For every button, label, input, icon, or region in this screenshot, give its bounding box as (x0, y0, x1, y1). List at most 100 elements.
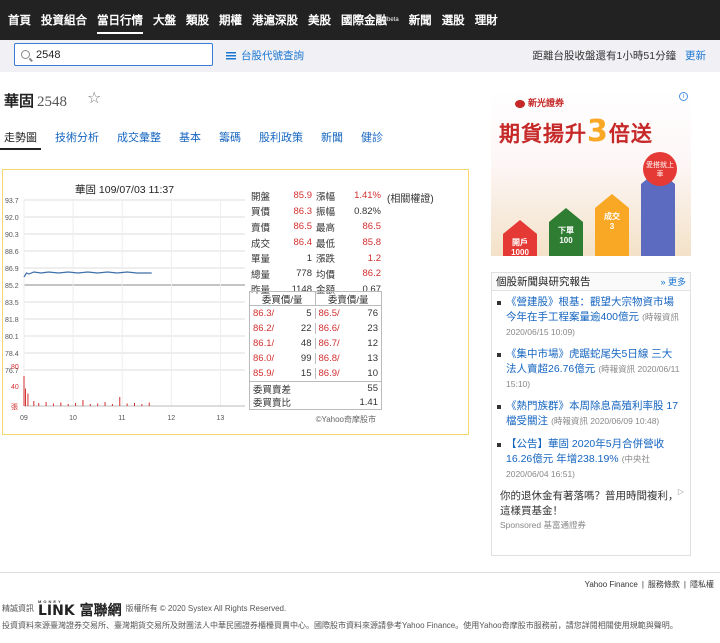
volume-tick-label: 張 (11, 403, 18, 411)
news-title: 個股新聞與研究報告 (496, 276, 591, 288)
tab-7[interactable]: 健診 (361, 129, 383, 151)
ad-house-label: 下單 (558, 226, 574, 235)
order-ratio-value: 1.41 (359, 396, 379, 408)
quote-label: 最低 (316, 238, 336, 250)
news-item-source: (時報資訊 2020/06/11 (598, 364, 680, 374)
nav-item-0[interactable]: 首頁 (8, 12, 31, 28)
stock-code: 2548 (37, 94, 68, 110)
ask-price: 86.8/ (318, 353, 340, 364)
sponsored-title[interactable]: 你的退休金有著落嗎？普用時間複利，這樣買基金！ (500, 489, 682, 519)
refresh-link[interactable]: 更新 (685, 50, 706, 62)
bid-qty: 15 (300, 368, 312, 379)
related-warrants-link[interactable]: (相關權證) (387, 190, 434, 205)
x-tick-label: 10 (69, 415, 77, 422)
order-book: 委買價/量 委賣價/量 86.3/5 86.5/76 86.2/22 86.6/23 8… (249, 291, 382, 410)
quote-label: 開盤 (251, 191, 271, 203)
provider-label: 精誠資訊 (2, 604, 34, 613)
tab-5[interactable]: 股利政策 (259, 129, 303, 151)
nav-item-6[interactable]: 港滬深股 (252, 12, 298, 28)
quote-label: 成交 (251, 238, 271, 250)
bid-price: 86.2/ (253, 323, 275, 334)
search-box[interactable] (14, 43, 213, 66)
moneylink-logo: MONEY LINK 富聯網 (38, 599, 122, 618)
ad-banner[interactable]: 新光證券 期貨揚升3倍送 i 開戶 1000 下單 100 成交 3 愛搭就上車 (491, 90, 691, 256)
nav-item-1[interactable]: 投資組合 (41, 12, 87, 28)
nav-item-9[interactable]: 新聞 (409, 12, 432, 28)
news-item-date: 15:10) (506, 379, 531, 389)
bid-header: 委買價/量 (250, 291, 316, 306)
quote-label: 均價 (316, 269, 336, 281)
footer-link-0[interactable]: Yahoo Finance (585, 580, 638, 589)
code-query-link[interactable]: 台股代號查詢 (226, 48, 304, 63)
quote-value: 85.8 (362, 237, 382, 249)
quote-label: 總量 (251, 269, 271, 281)
ad-headline-b: 3 (587, 114, 609, 149)
quote-value: 1 (306, 252, 312, 264)
ad-brand: 新光證券 (515, 96, 564, 109)
nav-item-3[interactable]: 大盤 (153, 12, 176, 28)
order-ratio-row: 委買賣比 1.41 (250, 395, 381, 410)
y-tick-label: 93.7 (5, 198, 19, 205)
tab-3[interactable]: 基本 (179, 129, 201, 151)
star-icon[interactable]: ☆ (87, 88, 101, 108)
quote-value: 86.2 (362, 268, 382, 280)
stock-tabs: 走勢圖 技術分析 成交彙整 基本 籌碼 股利政策 新聞 健診 (0, 129, 401, 151)
nav-item-4[interactable]: 類股 (186, 12, 209, 28)
footer-link-2[interactable]: 隱私權 (690, 580, 714, 589)
quote-value: 86.4 (293, 237, 313, 249)
search-input[interactable] (36, 48, 206, 61)
chart-title: 華固 109/07/03 11:37 (75, 184, 175, 196)
ad-house: 開戶 1000 (503, 220, 537, 256)
ask-qty: 13 (367, 353, 378, 364)
nav-item-5[interactable]: 期權 (219, 12, 242, 28)
tab-4[interactable]: 籌碼 (219, 129, 241, 151)
volume-tick-label: 80 (11, 364, 19, 371)
nav-item-7[interactable]: 美股 (308, 12, 331, 28)
tab-1[interactable]: 技術分析 (55, 129, 99, 151)
ad-headline-c: 倍送 (608, 122, 653, 146)
x-tick-label: 09 (20, 415, 28, 422)
ask-qty: 23 (367, 323, 378, 334)
news-item-source: (時報資訊 2020/06/09 10:48) (551, 416, 660, 426)
ask-price: 86.9/ (318, 368, 340, 379)
nav-item-8[interactable]: 國際金融 (341, 12, 387, 28)
ad-badge: 愛搭就上車 (643, 152, 677, 186)
provider-info: 精誠資訊 MONEY LINK 富聯網 版權所有 © 2020 Systex A… (2, 599, 286, 618)
quote-value: 778 (296, 268, 312, 280)
nav-item-11[interactable]: 理財 (475, 12, 498, 28)
news-item[interactable]: 《熱門族群》本周除息高殖利率股 17檔受關注 (時報資訊 2020/06/09 … (492, 395, 690, 433)
quote-label: 買價 (251, 207, 271, 219)
chart-copyright: ©Yahoo奇摩股市 (315, 415, 376, 424)
news-header: 個股新聞與研究報告 » 更多 (492, 273, 690, 291)
footer-link-1[interactable]: 服務條款 (648, 580, 680, 589)
bid-price: 85.9/ (253, 368, 275, 379)
stock-name: 華固 (4, 94, 35, 110)
y-tick-label: 92.0 (5, 215, 19, 222)
tab-6[interactable]: 新聞 (321, 129, 343, 151)
news-item[interactable]: 《營建股》根基：觀望大宗物資市場 今年在手工程案量逾400億元 (時報資訊 202… (492, 291, 690, 343)
news-more-link[interactable]: » 更多 (660, 275, 686, 288)
tab-2[interactable]: 成交彙整 (117, 129, 161, 151)
adchoice-icon[interactable]: ▷ (678, 487, 684, 496)
nav-item-2[interactable]: 當日行情 (97, 12, 143, 34)
bid-qty: 99 (300, 353, 312, 364)
bid-qty: 22 (300, 323, 312, 334)
news-item-date: 2020/06/15 10:09) (506, 327, 576, 337)
news-item[interactable]: 《集中市場》虎踞蛇尾失5日線 三大法人賣超26.76億元 (時報資訊 2020/… (492, 343, 690, 395)
x-tick-label: 13 (216, 415, 224, 422)
price-line (23, 271, 152, 278)
nav-item-10[interactable]: 選股 (442, 12, 465, 28)
search-bar: 台股代號查詢 距離台股收盤還有1小時51分鐘 更新 (0, 40, 720, 72)
news-item[interactable]: 【公告】華固 2020年5月合併營收16.26億元 年增238.19% (中央社… (492, 433, 690, 485)
sponsored-item[interactable]: 你的退休金有著落嗎？普用時間複利，這樣買基金！ Sponsored 基富通證券 … (492, 485, 690, 535)
stock-title: 華固 2548 (4, 90, 67, 111)
ad-house-sub: 1000 (511, 248, 529, 256)
quote-row: 成交 86.4 最低 85.8 (251, 235, 381, 251)
tab-0[interactable]: 走勢圖 (0, 129, 41, 151)
order-diff-value: 55 (367, 383, 378, 394)
footer-copyright: 版權所有 © 2020 Systex All Rights Reserved. (125, 604, 287, 613)
y-tick-label: 88.6 (5, 249, 19, 256)
ad-info-icon[interactable]: i (679, 92, 688, 101)
order-diff-row: 委買賣差 55 (250, 381, 381, 396)
market-close-info: 距離台股收盤還有1小時51分鐘 更新 (533, 48, 706, 63)
